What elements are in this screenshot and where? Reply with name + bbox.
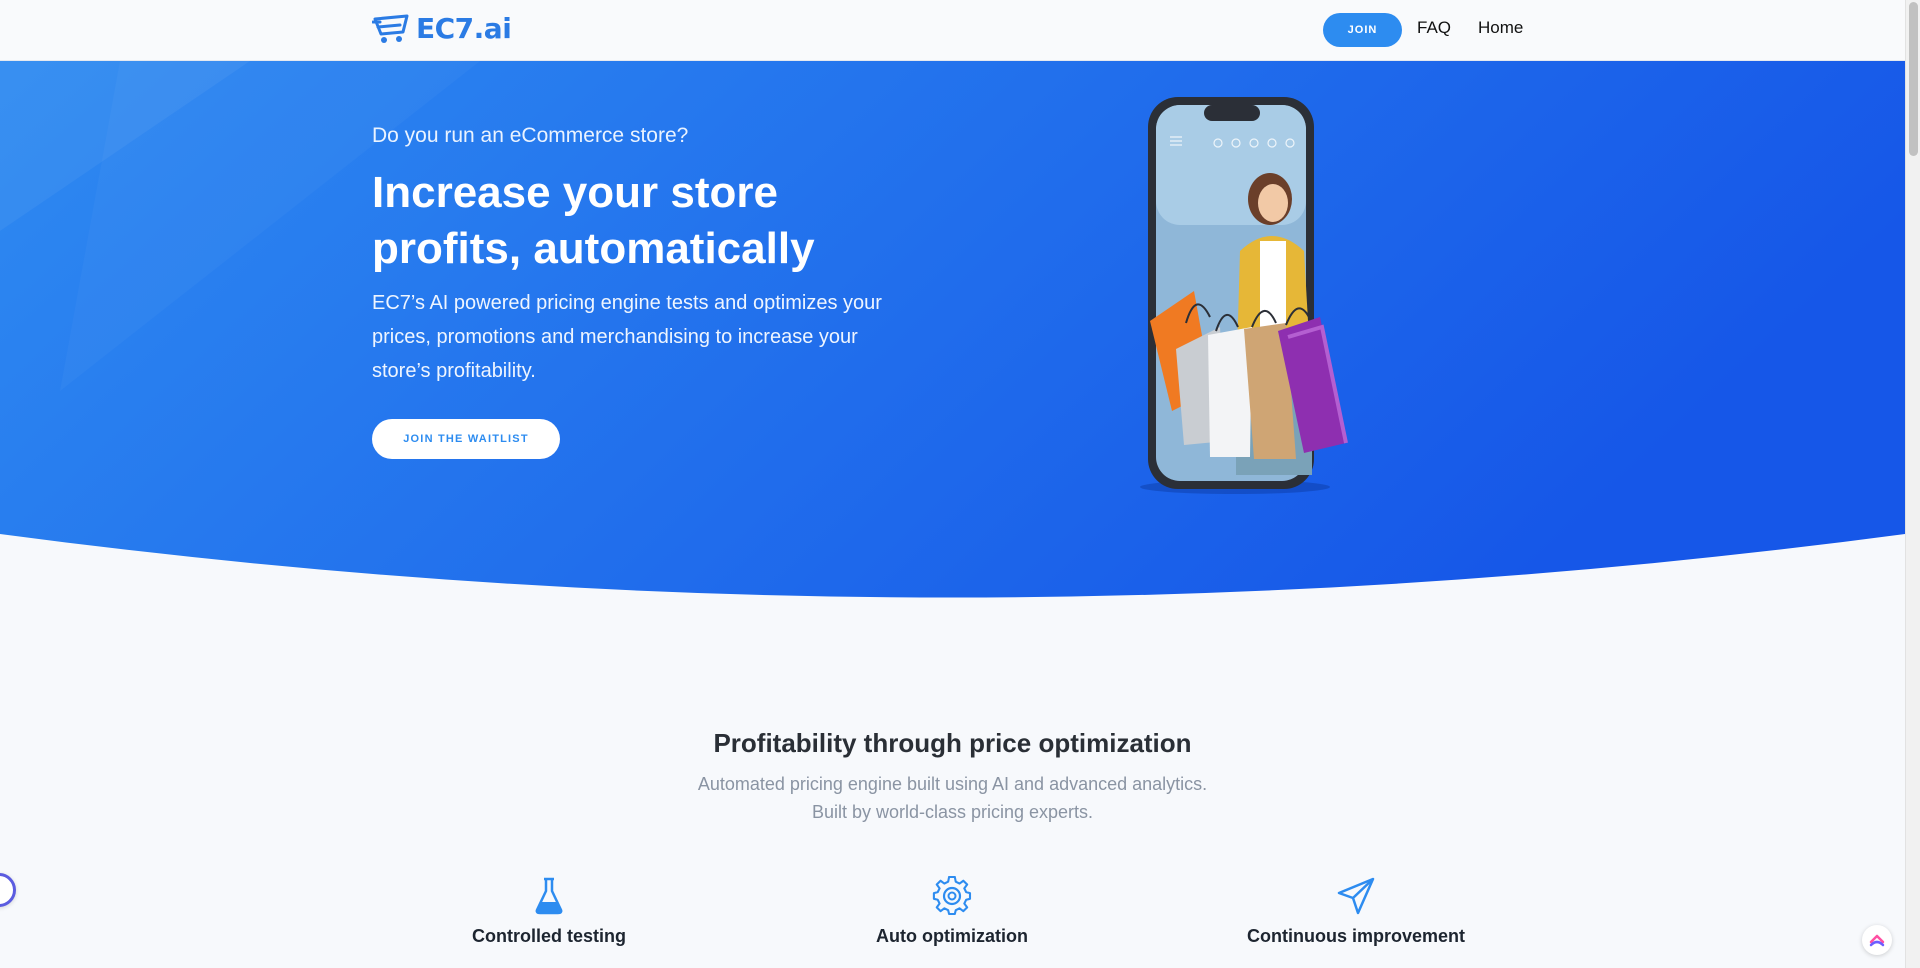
nav-home-link[interactable]: Home bbox=[1478, 18, 1523, 38]
feature-auto-optimization: Auto optimization bbox=[822, 876, 1082, 947]
cart-logo-icon bbox=[372, 14, 409, 43]
paper-plane-icon bbox=[1337, 877, 1375, 915]
feature-controlled-testing: Controlled testing bbox=[419, 876, 679, 947]
hero-description: EC7’s AI powered pricing engine tests an… bbox=[372, 292, 882, 382]
brand-name: EC7.ai bbox=[416, 12, 512, 45]
nav-join-button[interactable]: JOIN bbox=[1323, 13, 1402, 47]
feature-continuous-improvement: Continuous improvement bbox=[1226, 876, 1486, 947]
chat-widget-icon bbox=[1869, 934, 1885, 947]
feature-title: Auto optimization bbox=[876, 926, 1028, 946]
features-title: Profitability through price optimization bbox=[713, 728, 1192, 758]
gear-icon bbox=[932, 876, 972, 916]
features-subtitle-line1: Automated pricing engine built using AI … bbox=[697, 774, 1208, 794]
hero-eyebrow: Do you run an eCommerce store? bbox=[372, 124, 689, 147]
flask-icon bbox=[535, 877, 563, 915]
brand-logo[interactable]: EC7.ai bbox=[372, 12, 512, 45]
nav-faq-link[interactable]: FAQ bbox=[1417, 18, 1451, 38]
accessibility-widget-button[interactable] bbox=[0, 873, 16, 907]
top-navbar: EC7.ai JOIN FAQ Home bbox=[0, 0, 1905, 61]
chat-widget-button[interactable] bbox=[1862, 925, 1892, 955]
join-waitlist-button[interactable]: JOIN THE WAITLIST bbox=[372, 419, 560, 459]
features-subtitle: Automated pricing engine built using AI … bbox=[0, 770, 1905, 826]
feature-title: Continuous improvement bbox=[1246, 926, 1465, 946]
feature-title: Controlled testing bbox=[472, 926, 626, 946]
hero-title: Increase your store profits, automatical… bbox=[372, 168, 815, 273]
scrollbar-thumb[interactable] bbox=[1909, 2, 1918, 156]
features-subtitle-line2: Built by world-class pricing experts. bbox=[811, 802, 1094, 822]
phone-shopper-image bbox=[1140, 97, 1348, 494]
page-scrollbar[interactable] bbox=[1905, 0, 1920, 968]
hero-section: Do you run an eCommerce store? Increase … bbox=[0, 61, 1905, 609]
hero-background bbox=[0, 61, 1905, 598]
